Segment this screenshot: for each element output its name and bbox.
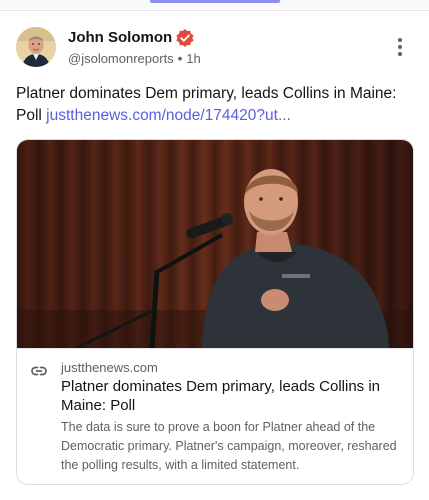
card-body: justthenews.com Platner dominates Dem pr… (17, 348, 413, 484)
post: John Solomon @jsolomonreports • 1h Platner… (0, 11, 429, 500)
card-title[interactable]: Platner dominates Dem primary, leads Col… (61, 377, 401, 415)
post-text: Platner dominates Dem primary, leads Col… (16, 83, 414, 127)
more-options-button[interactable] (388, 35, 412, 59)
post-link[interactable]: justthenews.com/node/174420?ut... (46, 107, 291, 124)
link-preview-card[interactable]: justthenews.com Platner dominates Dem pr… (16, 139, 414, 485)
link-icon (30, 362, 48, 380)
author-name[interactable]: John Solomon (68, 29, 172, 46)
handle-line: @jsolomonreports • 1h (68, 51, 201, 66)
verified-badge-icon (175, 28, 195, 48)
active-tab-indicator (150, 0, 280, 3)
top-tab-strip (0, 0, 429, 11)
separator: • (177, 51, 183, 66)
more-vertical-icon (398, 38, 402, 56)
post-time[interactable]: 1h (186, 51, 200, 66)
card-description: The data is sure to prove a boon for Pla… (61, 420, 397, 472)
avatar[interactable] (16, 27, 56, 67)
author-handle[interactable]: @jsolomonreports (68, 51, 174, 66)
card-domain: justthenews.com (61, 360, 158, 375)
card-image (17, 140, 413, 350)
